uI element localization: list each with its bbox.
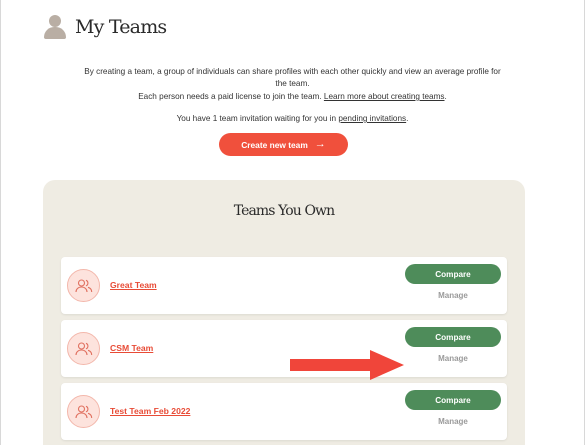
page-header: My Teams <box>43 14 167 40</box>
manage-link[interactable]: Manage <box>405 354 501 363</box>
team-card: Great Team Compare Manage <box>61 257 507 314</box>
create-button-label: Create new team <box>241 139 308 150</box>
team-group-icon <box>67 332 100 365</box>
intro-description: By creating a team, a group of individua… <box>84 67 501 88</box>
create-new-team-button[interactable]: Create new team → <box>219 133 348 156</box>
team-name-link[interactable]: Great Team <box>110 280 157 290</box>
team-card: CSM Team Compare Manage <box>61 320 507 377</box>
invitation-note: You have 1 team invitation waiting for y… <box>176 114 409 123</box>
license-note: Each person needs a paid license to join… <box>138 92 447 101</box>
manage-link[interactable]: Manage <box>405 417 501 426</box>
annotation-arrow-icon <box>290 350 404 380</box>
team-group-icon <box>67 269 100 302</box>
pending-invitations-link[interactable]: pending invitations <box>338 114 406 123</box>
team-name-link[interactable]: Test Team Feb 2022 <box>110 406 190 416</box>
team-name-link[interactable]: CSM Team <box>110 343 153 353</box>
compare-button[interactable]: Compare <box>405 390 501 410</box>
page-title: My Teams <box>75 16 167 38</box>
learn-more-link[interactable]: Learn more about creating teams <box>324 92 445 101</box>
person-icon <box>43 14 67 40</box>
team-group-icon <box>67 395 100 428</box>
arrow-right-icon: → <box>314 138 326 150</box>
compare-button[interactable]: Compare <box>405 264 501 284</box>
team-card: Test Team Feb 2022 Compare Manage <box>61 383 507 440</box>
panel-title: Teams You Own <box>233 203 335 219</box>
compare-button[interactable]: Compare <box>405 327 501 347</box>
teams-you-own-panel: Teams You Own Great Team Compare Manage … <box>43 180 525 445</box>
manage-link[interactable]: Manage <box>405 291 501 300</box>
